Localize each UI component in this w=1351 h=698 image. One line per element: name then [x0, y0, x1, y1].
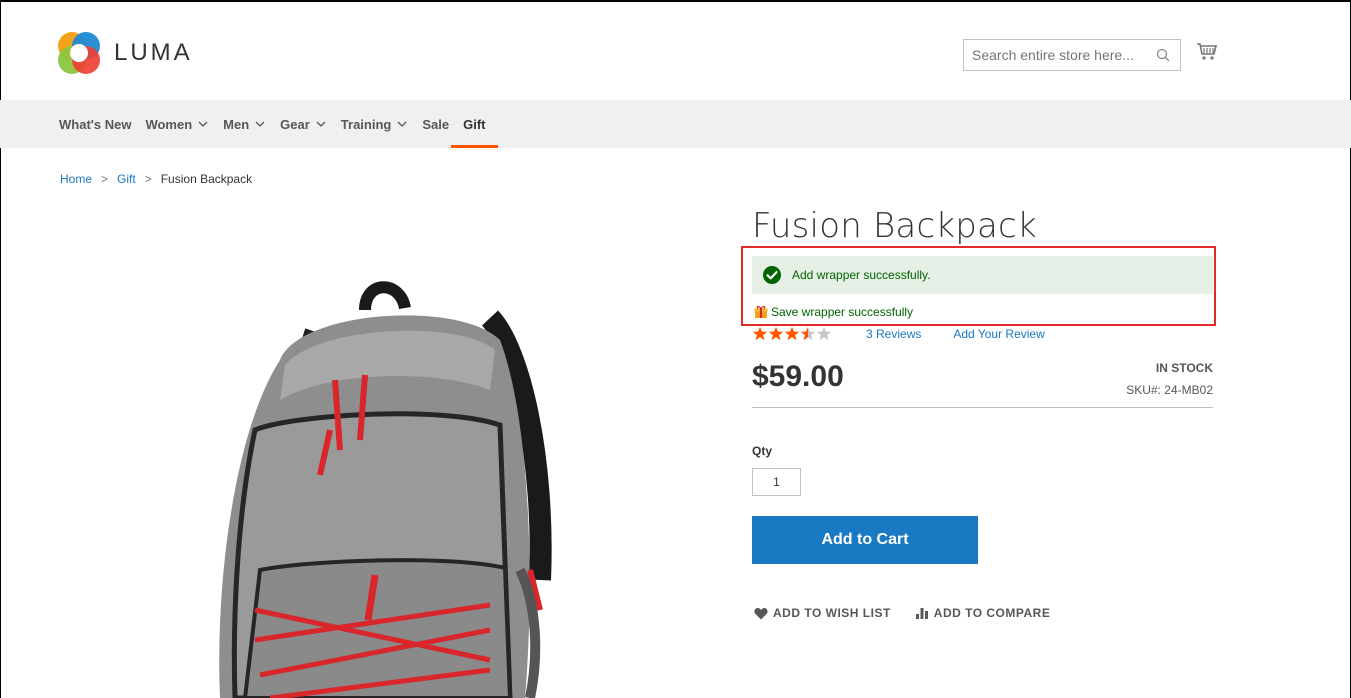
compare-label: ADD TO COMPARE	[933, 606, 1051, 620]
nav-item-label: What's New	[59, 116, 132, 132]
product-sku: SKU#: 24-MB02	[1126, 383, 1213, 397]
wishlist-label: ADD TO WISH LIST	[773, 606, 891, 620]
star-icon	[800, 326, 816, 341]
stock-status: IN STOCK	[1155, 361, 1213, 375]
nav-item-label: Men	[223, 116, 250, 132]
breadcrumb-separator: >	[144, 172, 152, 186]
nav-list: What's New Women Men Gear Training Sale Gift	[59, 100, 500, 148]
nav-item-label: Women	[145, 116, 193, 132]
breadcrumb-current: Fusion Backpack	[160, 172, 253, 186]
chevron-down-icon	[198, 121, 208, 127]
breadcrumb-separator: >	[101, 172, 109, 186]
star-icon	[752, 326, 768, 341]
main-nav: What's New Women Men Gear Training Sale Gift	[0, 100, 1351, 148]
add-review-link[interactable]: Add Your Review	[953, 327, 1044, 341]
search-box[interactable]	[963, 39, 1181, 71]
site-header: LUMA	[0, 0, 1351, 100]
add-to-cart-button[interactable]: Add to Cart	[752, 516, 978, 564]
star-icon	[768, 326, 784, 341]
add-to-compare-link[interactable]: ADD TO COMPARE	[915, 606, 1051, 620]
sku-label: SKU#:	[1126, 383, 1161, 397]
product-rating: 3 Reviews Add Your Review	[752, 326, 1045, 341]
search-icon[interactable]	[1156, 48, 1170, 62]
gift-note-text: Save wrapper successfully	[771, 305, 914, 319]
luma-logo-icon	[58, 32, 100, 74]
cart-icon[interactable]	[1196, 42, 1218, 62]
star-icon	[784, 326, 800, 341]
compare-bars-icon	[915, 608, 928, 619]
nav-item-sale[interactable]: Sale	[422, 100, 449, 148]
chevron-down-icon	[316, 121, 326, 127]
product-image[interactable]	[160, 200, 600, 698]
rating-stars	[752, 326, 832, 341]
nav-item-training[interactable]: Training	[341, 100, 409, 148]
divider	[752, 407, 1213, 408]
nav-item-women[interactable]: Women	[145, 100, 209, 148]
star-icon	[816, 326, 832, 341]
add-to-wishlist-link[interactable]: ADD TO WISH LIST	[754, 606, 891, 620]
breadcrumb-home[interactable]: Home	[60, 172, 92, 186]
chevron-down-icon	[397, 121, 407, 127]
logo[interactable]: LUMA	[56, 30, 193, 76]
chevron-down-icon	[255, 121, 265, 127]
product-actions: ADD TO WISH LIST ADD TO COMPARE	[754, 606, 1050, 620]
nav-item-gear[interactable]: Gear	[280, 100, 327, 148]
nav-item-gift[interactable]: Gift	[450, 100, 499, 148]
nav-item-label: Gear	[280, 116, 310, 132]
nav-item-men[interactable]: Men	[223, 100, 266, 148]
qty-label: Qty	[752, 444, 773, 458]
nav-item-label: Training	[340, 116, 392, 132]
checkmark-circle-icon	[763, 266, 781, 284]
reviews-link[interactable]: 3 Reviews	[866, 327, 921, 341]
product-title: Fusion Backpack	[752, 206, 1037, 246]
success-message-text: Add wrapper successfully.	[792, 268, 931, 282]
heart-icon	[754, 607, 768, 619]
breadcrumb-category[interactable]: Gift	[117, 172, 136, 186]
search-input[interactable]	[972, 47, 1152, 63]
gift-icon	[754, 305, 768, 318]
breadcrumb: Home > Gift > Fusion Backpack	[60, 172, 252, 186]
brand-name: LUMA	[114, 39, 193, 66]
gift-wrapper-note: Save wrapper successfully	[754, 305, 913, 319]
product-price: $59.00	[752, 360, 844, 393]
sku-value: 24-MB02	[1164, 383, 1213, 397]
nav-item-label: Sale	[422, 116, 450, 132]
success-message: Add wrapper successfully.	[752, 256, 1213, 294]
qty-input[interactable]: 1	[752, 468, 801, 496]
nav-item-label: Gift	[463, 116, 486, 132]
nav-item-what-s-new[interactable]: What's New	[59, 100, 131, 148]
